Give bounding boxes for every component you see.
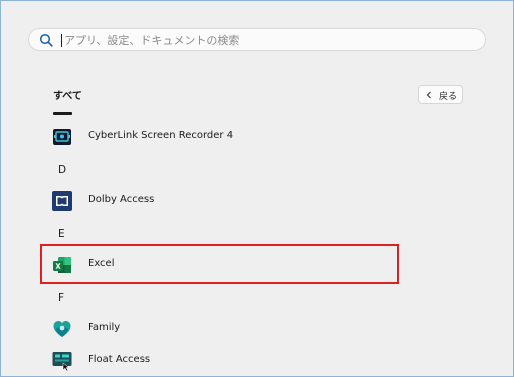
search-icon [39, 33, 53, 47]
dolby-icon [52, 191, 72, 211]
app-item-label: Float Access [88, 354, 151, 365]
letter-header-f[interactable]: F [58, 292, 64, 304]
app-item-dolby-access[interactable]: Dolby Access [42, 185, 398, 217]
app-item-label: CyberLink Screen Recorder 4 [88, 130, 234, 141]
app-item-label: Dolby Access [88, 194, 155, 205]
float-access-icon [52, 352, 72, 371]
app-item-float-access[interactable]: Float Access [42, 345, 398, 376]
family-icon [53, 321, 71, 337]
app-item-family[interactable]: Family [42, 313, 398, 345]
app-item-cyberlink-screen-recorder[interactable]: CyberLink Screen Recorder 4 [42, 121, 398, 153]
back-button-label: 戻る [439, 92, 458, 102]
chevron-left-icon [426, 91, 431, 99]
text-caret [61, 34, 62, 47]
back-button[interactable]: 戻る [418, 85, 463, 104]
letter-header-e[interactable]: E [58, 228, 65, 240]
all-apps-title: すべて [53, 91, 82, 102]
letter-header-d[interactable]: D [58, 164, 66, 176]
cyberlink-recorder-icon [53, 129, 71, 145]
start-menu-all-apps: すべて 戻る CyberLink Screen Recorder 4 D Dol… [0, 0, 514, 377]
app-item-label: Family [88, 322, 121, 333]
list-scroll-marker [53, 112, 72, 115]
search-box[interactable] [28, 28, 486, 51]
highlight-box [40, 244, 399, 284]
search-input[interactable] [64, 31, 464, 49]
